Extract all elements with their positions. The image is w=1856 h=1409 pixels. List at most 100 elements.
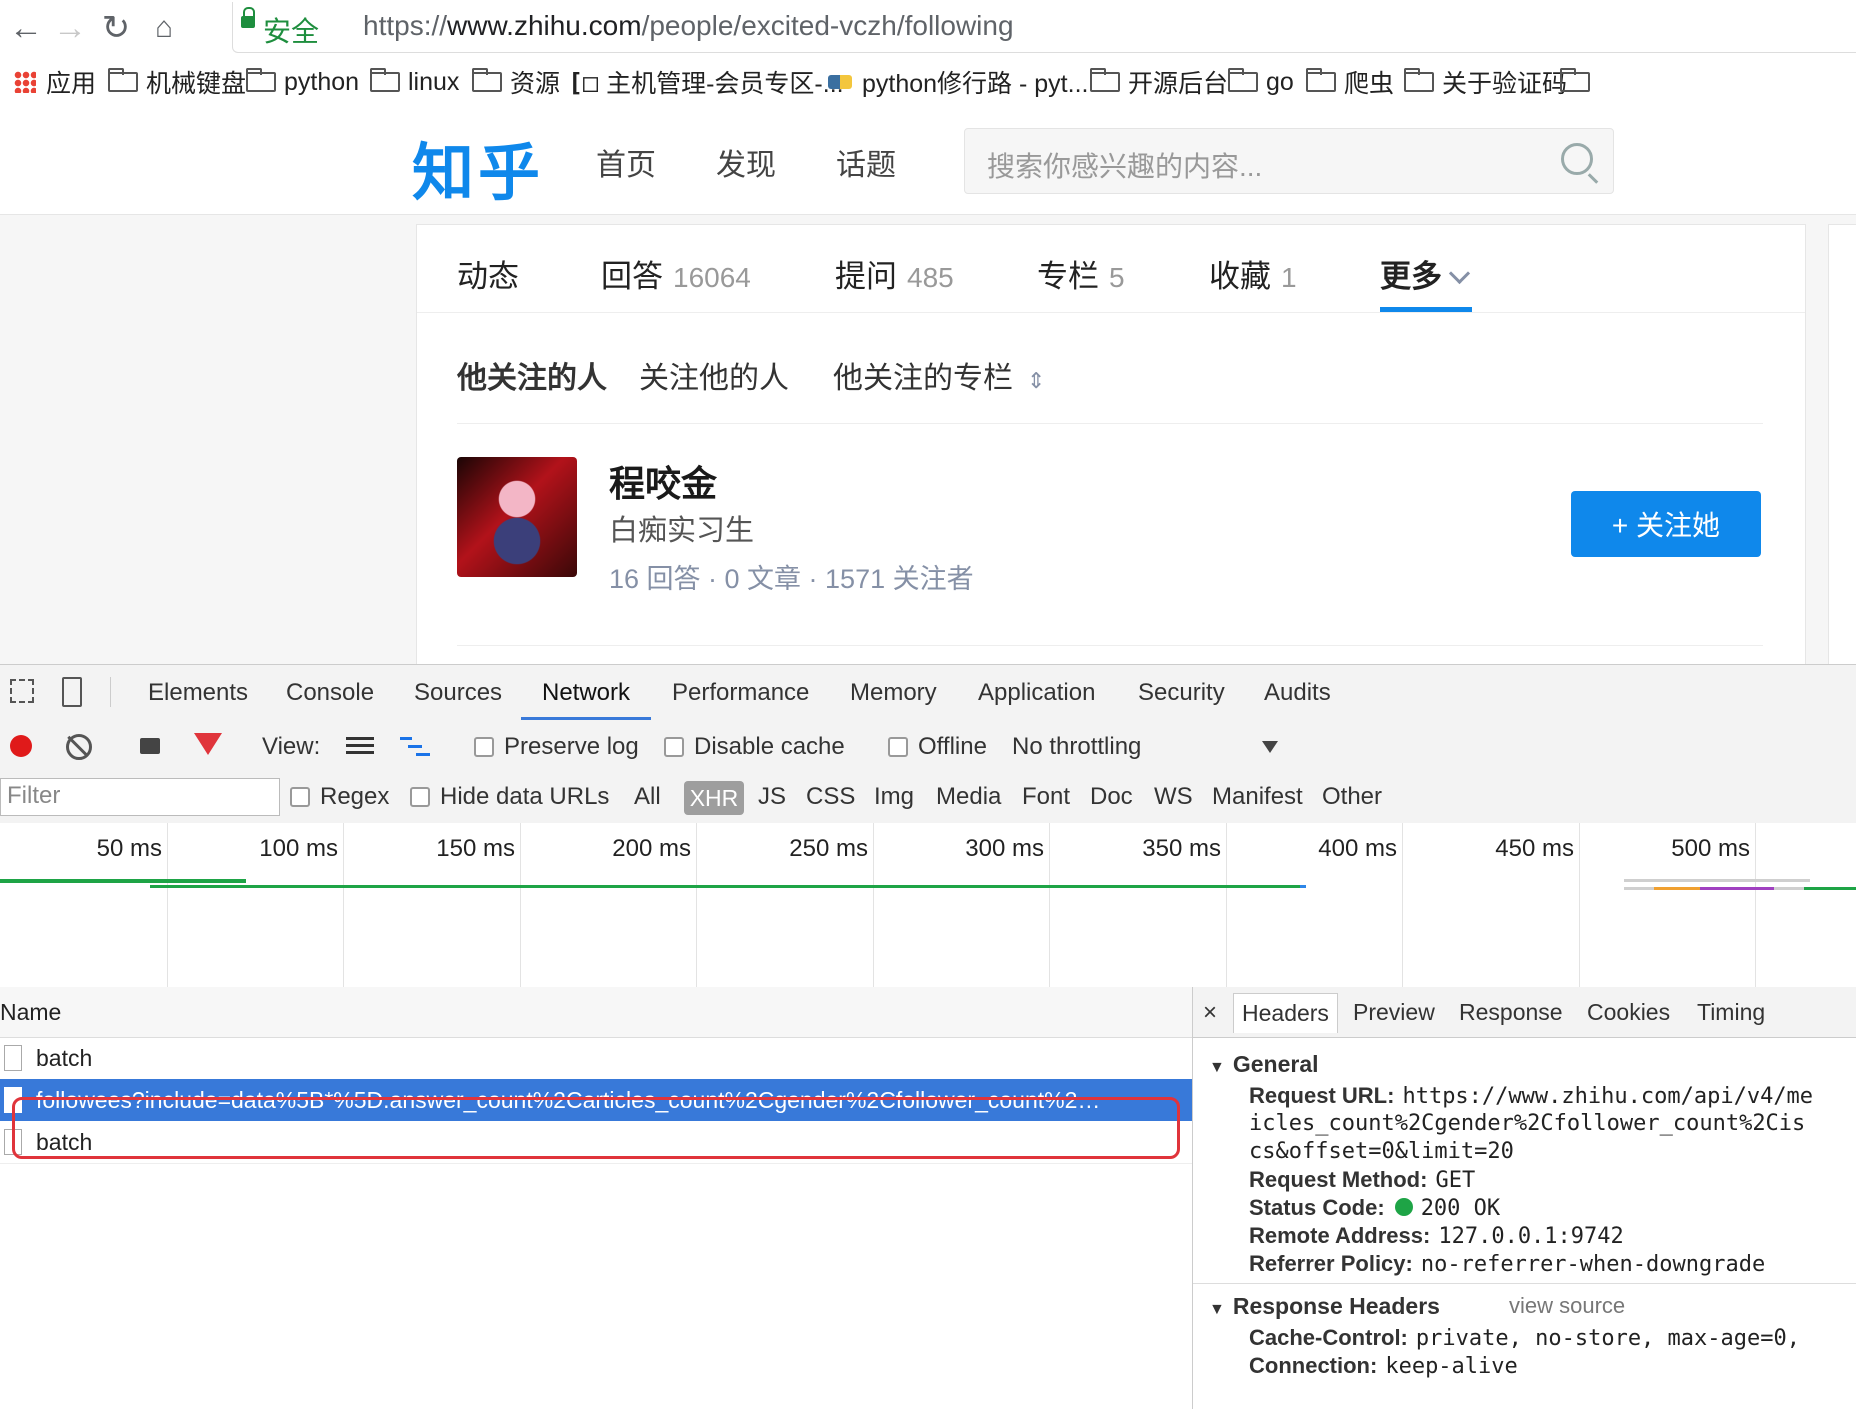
type-filter-all[interactable]: All (634, 783, 661, 811)
bookmark-label: linux (408, 67, 460, 96)
filter-funnel-icon[interactable] (194, 733, 222, 755)
record-button[interactable] (10, 735, 32, 757)
waterfall-view-icon[interactable] (400, 737, 430, 757)
type-filter-media[interactable]: Media (936, 783, 1001, 811)
close-icon[interactable]: × (1203, 999, 1217, 1027)
list-view-icon[interactable] (346, 737, 374, 755)
tab-more[interactable]: 更多 (1380, 251, 1471, 296)
type-filter-xhr[interactable]: XHR (684, 781, 744, 815)
type-filter-img[interactable]: Img (874, 783, 914, 811)
request-row[interactable]: batch (0, 1037, 1192, 1079)
inspect-element-icon[interactable] (10, 679, 34, 703)
grid-line (696, 823, 697, 987)
nav-explore[interactable]: 发现 (716, 140, 776, 184)
type-filter-font[interactable]: Font (1022, 783, 1070, 811)
subtab-columns[interactable]: 他关注的专栏 ⇕ (833, 353, 1045, 397)
bookmark-folder[interactable]: go (1228, 66, 1294, 98)
tab-activity[interactable]: 动态 (457, 251, 519, 296)
nav-home[interactable]: 首页 (596, 140, 656, 184)
throttling-select[interactable]: No throttling (1012, 733, 1141, 761)
reload-icon[interactable]: ↻ (94, 6, 138, 50)
user-name[interactable]: 程咬金 (609, 455, 717, 507)
omnibox[interactable]: 安全 https://www.zhihu.com/people/excited-… (232, 2, 1856, 53)
bookmark-folder[interactable]: python (246, 66, 359, 98)
section-title: Response Headers (1232, 1293, 1440, 1319)
type-filter-ws[interactable]: WS (1154, 783, 1193, 811)
zhihu-logo[interactable]: 知乎 (412, 122, 544, 212)
nav-topics[interactable]: 话题 (836, 140, 896, 184)
forward-icon[interactable]: → (48, 6, 92, 50)
name-column-header[interactable]: Name (0, 987, 1192, 1038)
tab-network[interactable]: Network (542, 679, 630, 707)
checkbox[interactable] (664, 737, 684, 757)
bookmark-folder[interactable]: linux (370, 66, 459, 98)
preserve-log-checkbox[interactable]: Preserve log (474, 733, 639, 761)
bookmark-folder[interactable]: 爬虫 (1306, 66, 1394, 98)
tab-answers[interactable]: 回答 16064 (601, 251, 751, 296)
detail-tab-bar: × Headers Preview Response Cookies Timin… (1193, 987, 1856, 1038)
type-filter-js[interactable]: JS (758, 783, 786, 811)
bookmark-link[interactable]: [□ 主机管理-会员专区-... (568, 66, 844, 99)
tab-console[interactable]: Console (286, 679, 374, 707)
response-headers-section-toggle[interactable]: ▼ Response Headers (1209, 1293, 1440, 1320)
device-toolbar-icon[interactable] (62, 677, 82, 707)
field-value: 200 OK (1420, 1196, 1501, 1221)
bookmark-folder-partial[interactable] (1560, 66, 1598, 98)
avatar[interactable] (457, 457, 577, 577)
back-icon[interactable]: ← (4, 6, 48, 50)
bookmark-apps[interactable]: 应用 (14, 66, 96, 98)
tab-sources[interactable]: Sources (414, 679, 502, 707)
view-source-link[interactable]: view source (1509, 1293, 1625, 1319)
bookmark-folder[interactable]: 资源 (472, 66, 560, 98)
checkbox[interactable] (410, 787, 430, 807)
search-input[interactable]: 搜索你感兴趣的内容... (964, 128, 1614, 194)
bookmark-folder[interactable]: 关于验证码 (1404, 66, 1567, 98)
general-section-toggle[interactable]: ▼ General (1209, 1051, 1319, 1078)
disable-cache-checkbox[interactable]: Disable cache (664, 733, 845, 761)
view-label: View: (262, 733, 321, 760)
tab-memory[interactable]: Memory (850, 679, 937, 707)
type-filter-css[interactable]: CSS (806, 783, 855, 811)
bookmark-folder[interactable]: 机械键盘 (108, 66, 246, 98)
subtab-following[interactable]: 他关注的人 (457, 353, 607, 397)
follow-button[interactable]: + 关注她 (1571, 491, 1761, 557)
tab-elements[interactable]: Elements (148, 679, 248, 707)
tab-security[interactable]: Security (1138, 679, 1225, 707)
camera-icon[interactable] (140, 738, 160, 754)
tab-questions[interactable]: 提问 485 (835, 251, 954, 296)
url-path: /people/excited-vczh/following (641, 10, 1014, 41)
folder-icon (472, 68, 502, 92)
bookmarks-bar: 应用 机械键盘 python linux 资源 [□ 主机管理-会员专区-... … (0, 56, 1856, 109)
select-value: No throttling (1012, 733, 1142, 760)
filter-input[interactable]: Filter (0, 778, 280, 816)
subtab-followers[interactable]: 关注他的人 (639, 353, 789, 397)
home-icon[interactable]: ⌂ (142, 6, 186, 50)
search-icon[interactable] (1561, 143, 1593, 175)
tab-performance[interactable]: Performance (672, 679, 809, 707)
url-text[interactable]: https://www.zhihu.com/people/excited-vcz… (363, 10, 1014, 42)
bookmark-link[interactable]: python修行路 - pyt... (828, 66, 1088, 98)
tab-cookies[interactable]: Cookies (1587, 999, 1670, 1026)
checkbox[interactable] (290, 787, 310, 807)
type-filter-other[interactable]: Other (1322, 783, 1382, 811)
type-filter-doc[interactable]: Doc (1090, 783, 1133, 811)
tab-collections[interactable]: 收藏 1 (1209, 251, 1297, 296)
type-filter-manifest[interactable]: Manifest (1212, 783, 1303, 811)
request-bar (1624, 887, 1856, 890)
bookmark-folder[interactable]: 开源后台 (1090, 66, 1228, 98)
tab-headers[interactable]: Headers (1233, 993, 1338, 1033)
checkbox[interactable] (888, 737, 908, 757)
dropdown-arrow-icon[interactable] (1262, 741, 1278, 753)
regex-checkbox[interactable]: Regex (290, 783, 389, 811)
tab-response[interactable]: Response (1459, 999, 1563, 1026)
tab-audits[interactable]: Audits (1264, 679, 1331, 707)
tab-timing[interactable]: Timing (1697, 999, 1765, 1026)
hide-data-urls-checkbox[interactable]: Hide data URLs (410, 783, 609, 811)
tab-application[interactable]: Application (978, 679, 1095, 707)
checkbox[interactable] (474, 737, 494, 757)
network-overview-timeline[interactable]: 50 ms 100 ms 150 ms 200 ms 250 ms 300 ms… (0, 823, 1856, 988)
tab-preview[interactable]: Preview (1353, 999, 1435, 1026)
tab-columns[interactable]: 专栏 5 (1037, 251, 1125, 296)
offline-checkbox[interactable]: Offline (888, 733, 987, 761)
tab-count: 5 (1109, 262, 1125, 293)
